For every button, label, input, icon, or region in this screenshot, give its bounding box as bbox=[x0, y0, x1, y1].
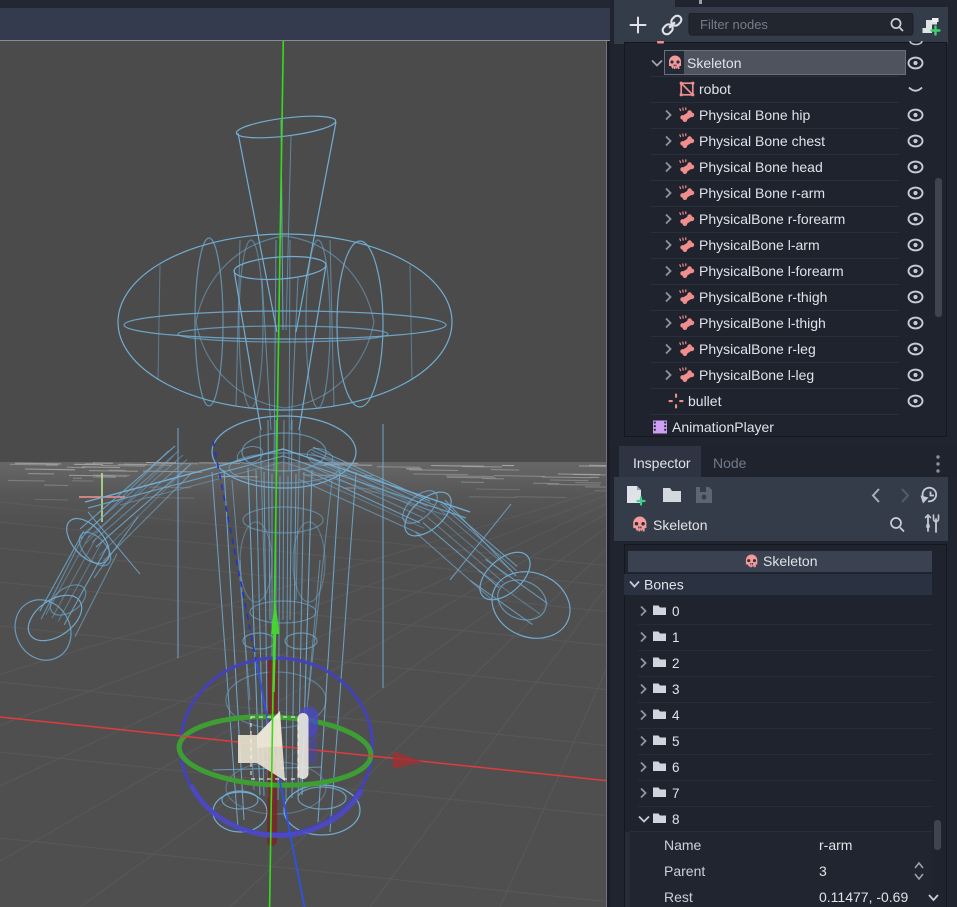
svg-text:Skeleton: Skeleton bbox=[763, 553, 817, 569]
svg-text:7: 7 bbox=[672, 786, 680, 801]
svg-text:0.11477, -0.69: 0.11477, -0.69 bbox=[819, 889, 908, 905]
svg-text:6: 6 bbox=[672, 760, 680, 775]
svg-text:r-arm: r-arm bbox=[819, 837, 852, 853]
svg-text:1: 1 bbox=[672, 630, 680, 645]
svg-text:5: 5 bbox=[672, 734, 680, 749]
svg-text:3: 3 bbox=[819, 863, 827, 879]
svg-text:8: 8 bbox=[672, 812, 680, 827]
svg-text:0: 0 bbox=[672, 604, 680, 619]
svg-text:Parent: Parent bbox=[664, 863, 705, 879]
svg-text:4: 4 bbox=[672, 708, 680, 723]
svg-text:Name: Name bbox=[664, 837, 702, 853]
svg-text:3: 3 bbox=[672, 682, 680, 697]
svg-text:2: 2 bbox=[672, 656, 680, 671]
svg-text:Rest: Rest bbox=[664, 889, 693, 905]
svg-text:Bones: Bones bbox=[644, 577, 684, 593]
